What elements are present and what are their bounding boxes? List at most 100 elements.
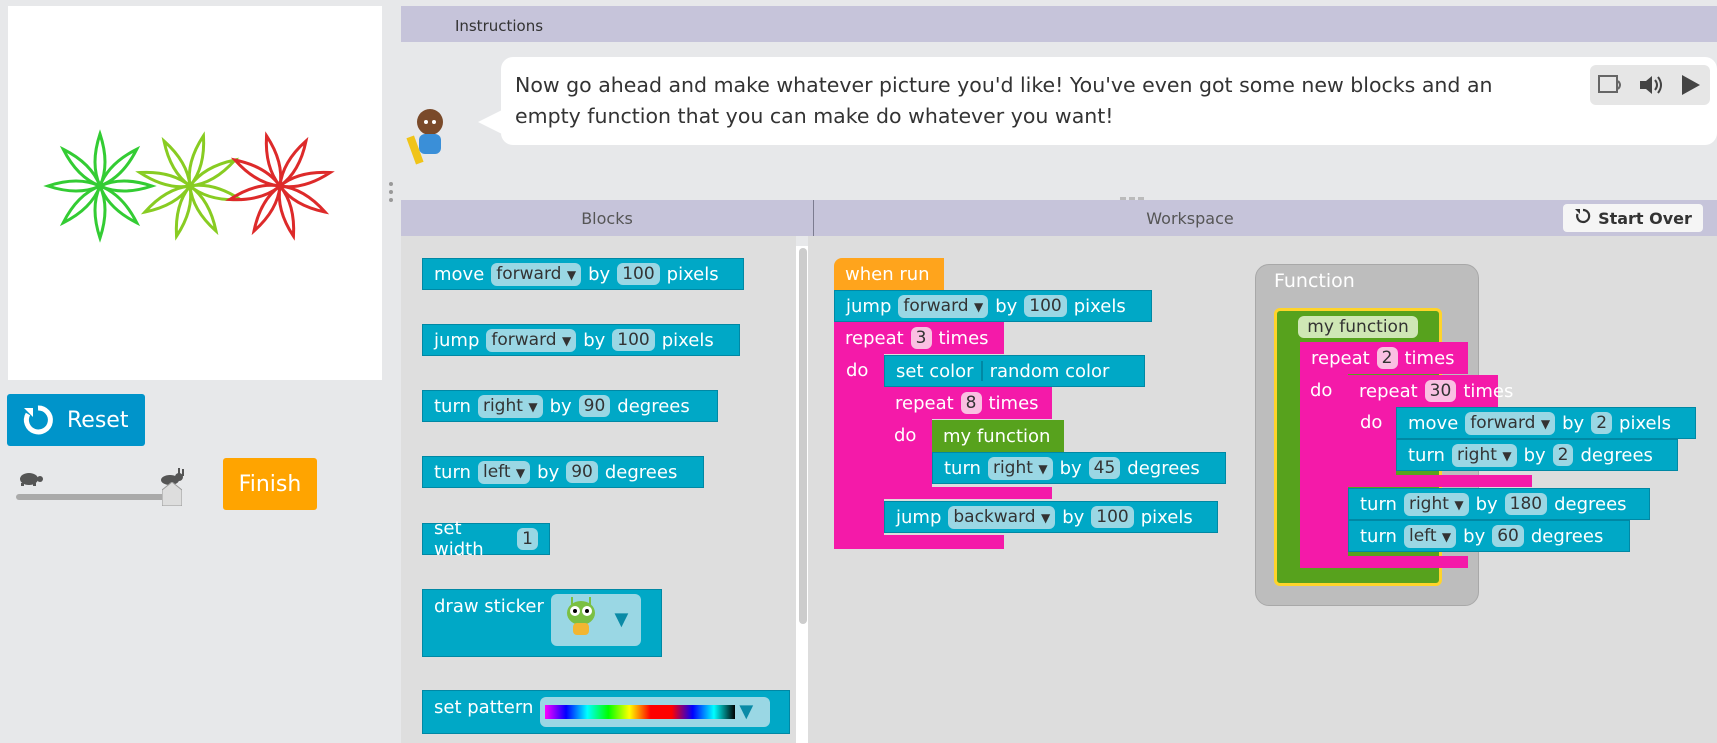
my-function-call-block[interactable]: my function bbox=[932, 420, 1064, 452]
block-text: by bbox=[1523, 444, 1546, 466]
number-field[interactable]: 45 bbox=[1088, 457, 1121, 479]
finish-label: Finish bbox=[238, 471, 302, 497]
tab-instructions-label: Instructions bbox=[454, 17, 544, 35]
number-field[interactable]: 2 bbox=[1591, 412, 1613, 434]
function-turn-left-block[interactable]: turn left ▼ by 60 degrees bbox=[1348, 520, 1630, 552]
block-text: my function bbox=[943, 425, 1051, 447]
chevron-down-icon: ▼ bbox=[614, 609, 629, 630]
finish-button[interactable]: Finish bbox=[223, 458, 317, 510]
repeat-8-header: repeat 8 times bbox=[895, 392, 1039, 414]
reset-button[interactable]: Reset bbox=[7, 394, 145, 446]
start-over-button[interactable]: Start Over bbox=[1563, 204, 1703, 232]
horizontal-resize-handle[interactable] bbox=[1120, 188, 1144, 203]
direction-dropdown[interactable]: forward ▼ bbox=[486, 328, 577, 352]
toolbox-turn-left-block[interactable]: turn left ▼ by 90 degrees bbox=[422, 456, 704, 488]
direction-dropdown[interactable]: left ▼ bbox=[477, 460, 531, 484]
number-field[interactable]: 30 bbox=[1424, 380, 1457, 402]
block-text: pixels bbox=[661, 329, 714, 351]
number-field[interactable]: 8 bbox=[960, 392, 982, 414]
instruction-text: Now go ahead and make whatever picture y… bbox=[515, 73, 1493, 128]
tab-instructions[interactable]: Instructions bbox=[440, 10, 558, 44]
block-text: by bbox=[995, 295, 1018, 317]
flower-drawing bbox=[43, 129, 335, 243]
number-field[interactable]: 90 bbox=[578, 395, 611, 417]
toolbox-set-width-block[interactable]: set width 1 bbox=[422, 518, 550, 560]
number-field[interactable]: 90 bbox=[566, 461, 598, 483]
block-text: by bbox=[1562, 412, 1585, 434]
direction-dropdown[interactable]: right ▼ bbox=[477, 394, 543, 418]
random-color-input[interactable]: random color bbox=[990, 361, 1110, 382]
repeat-3-body bbox=[834, 322, 884, 545]
toolbox-draw-sticker-block[interactable]: draw sticker ▼ bbox=[422, 589, 662, 657]
block-text: pixels bbox=[1619, 412, 1671, 434]
direction-dropdown[interactable]: right ▼ bbox=[987, 456, 1053, 480]
speed-slider[interactable] bbox=[16, 468, 186, 508]
number-field[interactable]: 180 bbox=[1504, 493, 1548, 515]
repeat-30-header: repeat 30 times bbox=[1359, 380, 1514, 402]
function-move-block[interactable]: move forward ▼ by 2 pixels bbox=[1396, 407, 1696, 439]
toolbox-move-block[interactable]: move forward ▼ by 100 pixels bbox=[422, 258, 744, 290]
block-text: degrees bbox=[1127, 457, 1200, 479]
block-text: by bbox=[1475, 493, 1498, 515]
block-text: set width bbox=[434, 518, 484, 560]
play-icon[interactable] bbox=[1680, 73, 1702, 101]
number-field[interactable]: 2 bbox=[1376, 347, 1398, 369]
direction-dropdown[interactable]: left ▼ bbox=[1403, 524, 1457, 548]
pattern-dropdown[interactable]: ▼ bbox=[540, 697, 771, 727]
audio-controls bbox=[1590, 65, 1710, 105]
workspace-jump-block[interactable]: jump forward ▼ by 100 pixels bbox=[834, 290, 1152, 322]
block-text: by bbox=[583, 329, 606, 351]
number-field[interactable]: 1 bbox=[517, 528, 538, 550]
do-label: do bbox=[1310, 380, 1333, 401]
read-aloud-icon[interactable] bbox=[1598, 73, 1624, 101]
block-text: pixels bbox=[1073, 295, 1126, 317]
number-field[interactable]: 100 bbox=[1024, 295, 1067, 317]
function-title: Function bbox=[1274, 270, 1355, 292]
toolbox-jump-block[interactable]: jump forward ▼ by 100 pixels bbox=[422, 324, 740, 356]
volume-icon[interactable] bbox=[1638, 73, 1664, 101]
block-text: jump bbox=[434, 329, 480, 351]
number-field[interactable]: 100 bbox=[612, 329, 655, 351]
repeat-2-footer bbox=[1300, 556, 1468, 568]
direction-dropdown[interactable]: forward ▼ bbox=[491, 262, 582, 286]
block-text: turn bbox=[1360, 493, 1397, 515]
block-text: move bbox=[434, 263, 485, 285]
toolbox-scrollbar[interactable] bbox=[799, 248, 807, 624]
direction-dropdown[interactable]: forward ▼ bbox=[1465, 411, 1556, 435]
reset-icon bbox=[21, 403, 55, 437]
direction-dropdown[interactable]: right ▼ bbox=[1451, 443, 1517, 467]
block-text: turn bbox=[434, 461, 471, 483]
number-field[interactable]: 100 bbox=[617, 263, 660, 285]
vertical-splitter[interactable] bbox=[388, 180, 394, 206]
toolbox-set-pattern-block[interactable]: set pattern ▼ bbox=[422, 690, 790, 734]
block-text: by bbox=[1463, 525, 1486, 547]
when-run-block[interactable]: when run bbox=[834, 258, 944, 290]
rainbow-pattern-swatch bbox=[545, 705, 736, 719]
function-turn-right-block[interactable]: turn right ▼ by 2 degrees bbox=[1396, 439, 1678, 471]
block-text: jump bbox=[846, 295, 892, 317]
repeat-3-header: repeat 3 times bbox=[845, 327, 989, 349]
direction-dropdown[interactable]: forward ▼ bbox=[898, 294, 989, 318]
set-color-block[interactable]: set color random color bbox=[884, 355, 1145, 387]
slider-handle[interactable] bbox=[161, 481, 183, 507]
avatar bbox=[405, 106, 455, 170]
direction-dropdown[interactable]: right ▼ bbox=[1403, 492, 1469, 516]
function-name-field[interactable]: my function bbox=[1298, 316, 1418, 338]
number-field[interactable]: 3 bbox=[910, 327, 932, 349]
workspace-jump-backward-block[interactable]: jump backward ▼ by 100 pixels bbox=[884, 501, 1218, 533]
repeat-3-footer bbox=[834, 535, 1004, 549]
number-field[interactable]: 2 bbox=[1552, 444, 1574, 466]
block-text: degrees bbox=[1580, 444, 1653, 466]
number-field[interactable]: 60 bbox=[1492, 525, 1524, 547]
chevron-down-icon: ▼ bbox=[739, 701, 754, 722]
drawing-canvas bbox=[8, 6, 382, 380]
toolbox-turn-right-block[interactable]: turn right ▼ by 90 degrees bbox=[422, 390, 718, 422]
number-field[interactable]: 100 bbox=[1091, 506, 1134, 528]
do-label: do bbox=[1360, 412, 1383, 433]
workspace-turn-block[interactable]: turn right ▼ by 45 degrees bbox=[932, 452, 1226, 484]
direction-dropdown[interactable]: backward ▼ bbox=[948, 505, 1056, 529]
workspace-header: Workspace bbox=[1146, 208, 1234, 228]
block-text: set color bbox=[896, 360, 974, 382]
sticker-dropdown[interactable]: ▼ bbox=[550, 594, 641, 646]
function-turn-180-block[interactable]: turn right ▼ by 180 degrees bbox=[1348, 488, 1650, 520]
